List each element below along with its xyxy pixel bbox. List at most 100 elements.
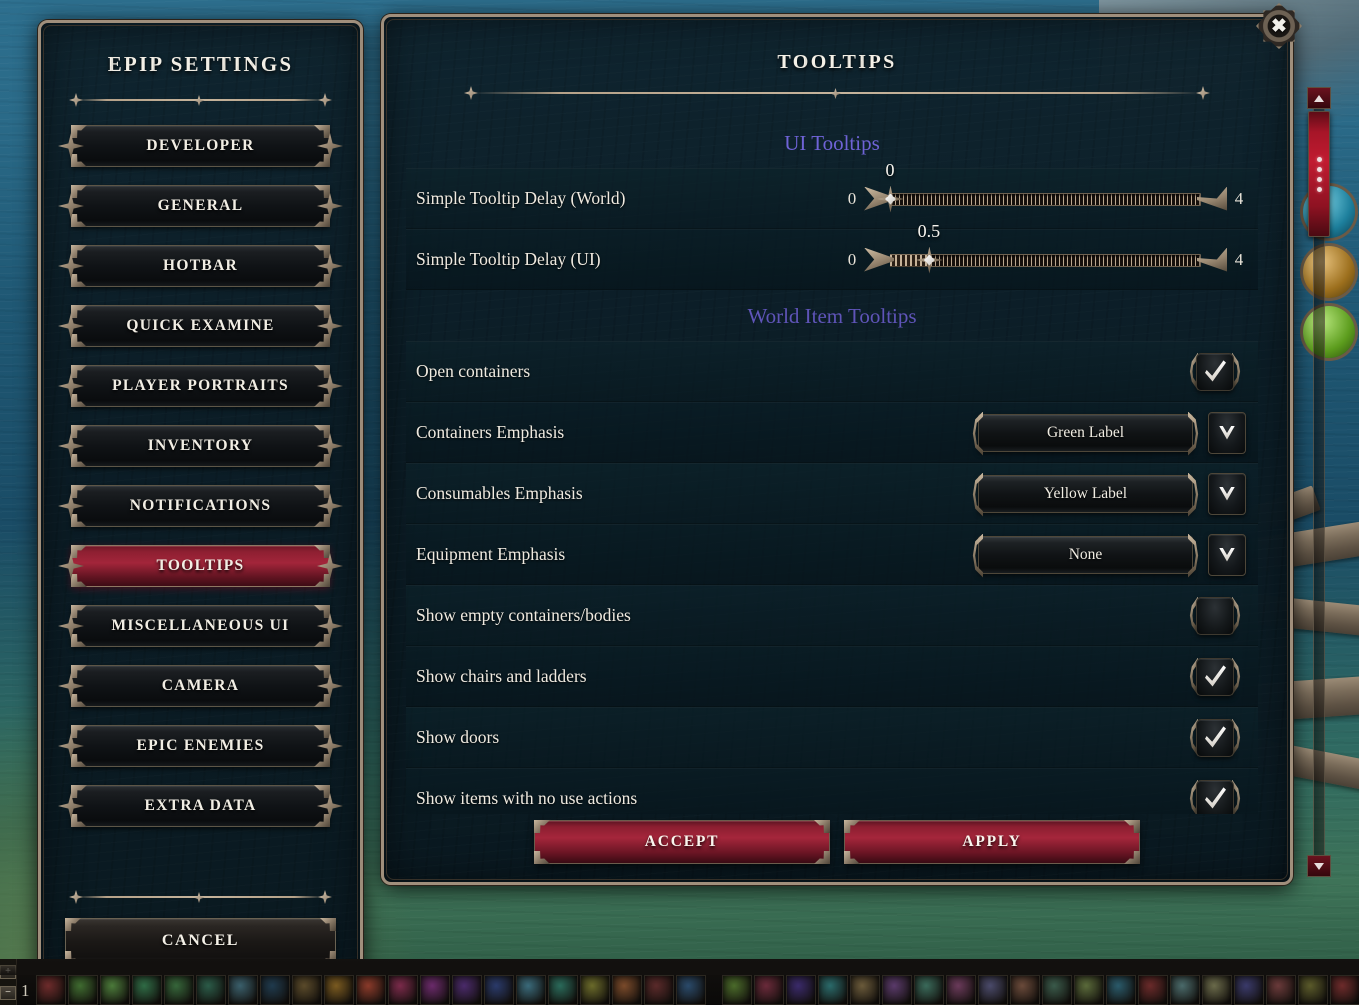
hotbar-remove-button[interactable]: −	[0, 985, 16, 1000]
hotbar-slot[interactable]	[163, 975, 194, 1005]
hotbar-slot[interactable]	[1297, 975, 1328, 1005]
hotbar-slot[interactable]	[945, 975, 976, 1005]
slider-control-simple-tooltip-delay-world[interactable]: 0 0 4	[845, 160, 1246, 213]
sidebar-item-quick-examine[interactable]: QUICK EXAMINE	[58, 305, 343, 347]
dropdown-control-consumables-emphasis[interactable]: Yellow Label	[972, 472, 1246, 517]
hotbar-slot[interactable]	[227, 975, 258, 1005]
sidebar-item-miscellaneous-ui[interactable]: MISCELLANEOUS UI	[58, 605, 343, 647]
dropdown-selected-value: Green Label	[1046, 423, 1125, 441]
hotbar-slot[interactable]	[611, 975, 642, 1005]
sidebar-item-developer[interactable]: DEVELOPER	[58, 125, 343, 167]
slider-control-simple-tooltip-delay-ui[interactable]: 0 0.5 4	[845, 221, 1246, 274]
dropdown-toggle-button[interactable]	[1208, 533, 1246, 576]
hotbar-slot[interactable]	[1041, 975, 1072, 1005]
slider-track[interactable]: 0.5	[864, 221, 1227, 274]
apply-button[interactable]: APPLY	[844, 820, 1140, 864]
slider-max-label: 4	[1234, 249, 1244, 269]
dropdown-toggle-button[interactable]	[1208, 411, 1246, 454]
hotbar-slot[interactable]	[451, 975, 482, 1005]
dropdown-toggle-button[interactable]	[1208, 472, 1246, 515]
dropdown-select[interactable]: None	[972, 533, 1199, 578]
hotbar-slot[interactable]	[817, 975, 848, 1005]
setting-label: Show doors	[416, 727, 500, 747]
hotbar-slot[interactable]	[291, 975, 322, 1005]
sidebar-item-tooltips[interactable]: TOOLTIPS	[58, 545, 343, 587]
hotbar-slot[interactable]	[753, 975, 784, 1005]
slider-thumb[interactable]	[877, 185, 904, 213]
scrollbar-down-button[interactable]	[1307, 855, 1331, 877]
hotbar-slot[interactable]	[1105, 975, 1136, 1005]
dropdown-select[interactable]: Yellow Label	[972, 472, 1199, 517]
hotbar-slot[interactable]	[1265, 975, 1296, 1005]
hotbar-slot[interactable]	[483, 975, 514, 1005]
hotbar-slot[interactable]	[323, 975, 354, 1005]
hotbar-slot[interactable]	[849, 975, 880, 1005]
checkbox-show-items-with-no-use-actions[interactable]	[1189, 779, 1241, 814]
hotbar-slot[interactable]	[67, 975, 98, 1005]
hotbar-slot[interactable]	[1009, 975, 1040, 1005]
hotbar-slot[interactable]	[515, 975, 546, 1005]
scrollbar-thumb[interactable]	[1308, 111, 1330, 237]
checkbox-show-chairs-and-ladders[interactable]	[1189, 657, 1241, 696]
chevron-up-icon	[1314, 94, 1324, 102]
sidebar-item-hotbar[interactable]: HOTBAR	[58, 245, 343, 287]
hotbar-slot[interactable]	[355, 975, 386, 1005]
hotbar-slot[interactable]	[195, 975, 226, 1005]
checkbox-open-containers[interactable]	[1189, 352, 1241, 391]
cancel-button[interactable]: CANCEL	[65, 918, 336, 964]
close-button[interactable]: ✖	[1256, 3, 1302, 49]
hotbar-slot[interactable]	[1201, 975, 1232, 1005]
content-scrollbar[interactable]	[1306, 87, 1332, 877]
hotbar-slot[interactable]	[99, 975, 130, 1005]
scrollbar-up-button[interactable]	[1307, 87, 1331, 109]
sidebar-item-general[interactable]: GENERAL	[58, 185, 343, 227]
corner-bracket-icon	[71, 274, 87, 287]
hotbar-slot[interactable]	[1329, 975, 1359, 1005]
slider-value-label: 0	[885, 159, 895, 180]
hotbar-slot[interactable]	[643, 975, 674, 1005]
checkbox-show-empty-containers-bodies[interactable]	[1189, 596, 1241, 635]
sidebar-item-player-portraits[interactable]: PLAYER PORTRAITS	[58, 365, 343, 407]
slider-thumb[interactable]	[915, 246, 943, 274]
setting-row-containers-emphasis: Containers Emphasis Green Label	[406, 402, 1258, 463]
hotbar-slot[interactable]	[419, 975, 450, 1005]
hotbar-slot[interactable]	[1169, 975, 1200, 1005]
hotbar-slot[interactable]	[35, 975, 66, 1005]
slider-value-label: 0.5	[917, 220, 941, 241]
setting-row-simple-tooltip-delay-ui: Simple Tooltip Delay (UI) 0 0.5 4	[406, 221, 1258, 290]
arrow-ornament-icon	[317, 313, 343, 339]
sidebar-item-notifications[interactable]: NOTIFICATIONS	[58, 485, 343, 527]
setting-label: Simple Tooltip Delay (UI)	[416, 249, 601, 269]
sidebar-item-epic-enemies[interactable]: EPIC ENEMIES	[58, 725, 343, 767]
hotbar-slot[interactable]	[579, 975, 610, 1005]
action-bar: ACCEPT APPLY	[406, 816, 1268, 868]
hotbar-slot[interactable]	[977, 975, 1008, 1005]
sidebar-item-extra-data[interactable]: EXTRA DATA	[58, 785, 343, 827]
hotbar-slot[interactable]	[1233, 975, 1264, 1005]
hotbar-slot[interactable]	[785, 975, 816, 1005]
checkbox-show-doors[interactable]	[1189, 718, 1241, 757]
corner-bracket-icon	[314, 725, 330, 738]
settings-content-scroll-area[interactable]: UI Tooltips Simple Tooltip Delay (World) …	[406, 117, 1258, 814]
hotbar-slot[interactable]	[547, 975, 578, 1005]
bracket-right-icon	[1188, 472, 1199, 517]
hotbar-slot[interactable]	[721, 975, 752, 1005]
hotbar-slot[interactable]	[1137, 975, 1168, 1005]
dropdown-control-equipment-emphasis[interactable]: None	[972, 533, 1246, 578]
dropdown-select[interactable]: Green Label	[972, 411, 1199, 456]
hotbar-slot[interactable]	[1073, 975, 1104, 1005]
sidebar-item-inventory[interactable]: INVENTORY	[58, 425, 343, 467]
corner-bracket-icon	[71, 334, 87, 347]
hotbar-slot[interactable]	[881, 975, 912, 1005]
hotbar-slot[interactable]	[675, 975, 706, 1005]
slider-track[interactable]: 0	[864, 160, 1227, 213]
hotbar-slot[interactable]	[913, 975, 944, 1005]
corner-bracket-icon	[314, 485, 330, 498]
tooltips-settings-panel: ✖ TOOLTIPS UI Tooltips Simple Tooltip Del…	[381, 3, 1331, 885]
hotbar-slot[interactable]	[259, 975, 290, 1005]
hotbar-slot[interactable]	[131, 975, 162, 1005]
sidebar-item-camera[interactable]: CAMERA	[58, 665, 343, 707]
hotbar-slot[interactable]	[387, 975, 418, 1005]
accept-button[interactable]: ACCEPT	[534, 820, 830, 864]
dropdown-control-containers-emphasis[interactable]: Green Label	[972, 411, 1246, 456]
